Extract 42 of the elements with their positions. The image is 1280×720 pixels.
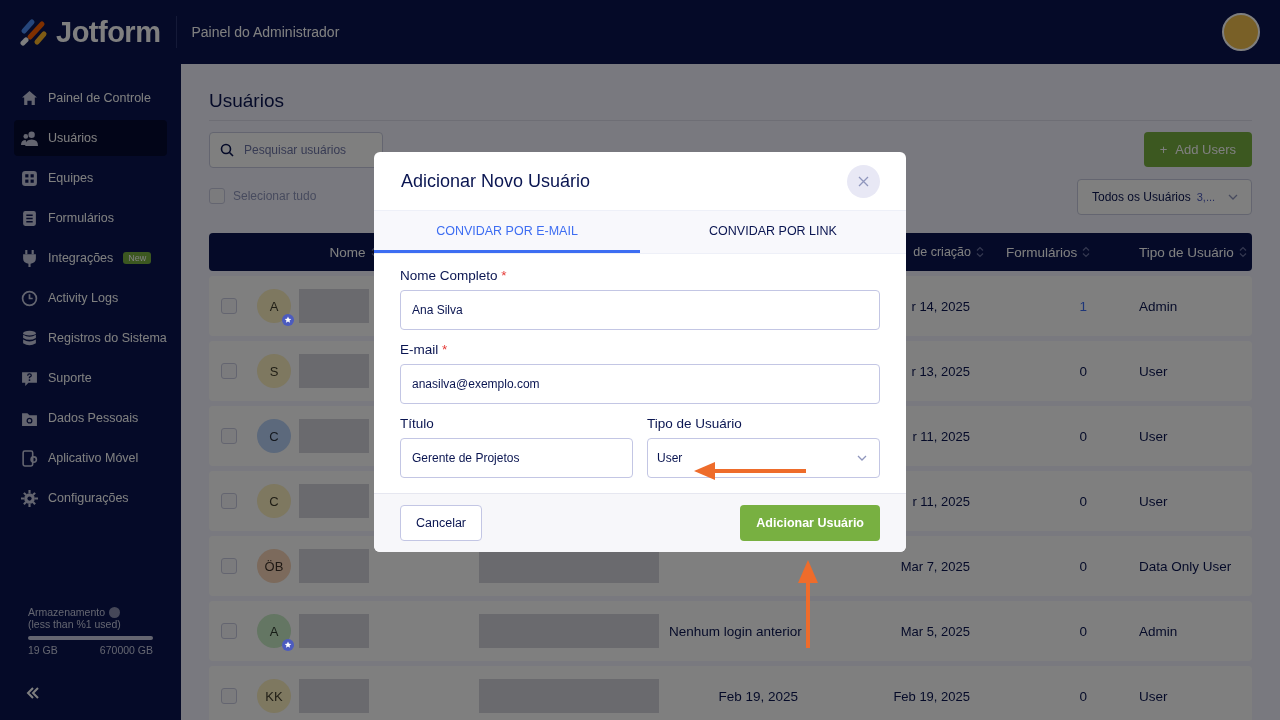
logo-text: Jotform	[56, 15, 161, 49]
dialog-title: Adicionar Novo Usuário	[401, 170, 591, 192]
table-cell: Nenhum login anterior	[669, 623, 802, 639]
table-cell: r 13, 2025	[911, 363, 970, 379]
initials-avatar: C	[257, 419, 291, 453]
table-cell: r 14, 2025	[911, 298, 970, 314]
storage-title: Armazenamento	[28, 606, 106, 618]
table-cell: User	[1139, 363, 1168, 379]
table-cell: 0	[1079, 558, 1087, 574]
header-title: Painel do Administrador	[191, 24, 340, 40]
initials-avatar: S	[257, 354, 291, 388]
table-cell: Mar 5, 2025	[900, 623, 970, 639]
table-cell: 0	[1079, 428, 1087, 444]
initials-avatar: A	[257, 289, 291, 323]
storage-used: 19 GB	[28, 644, 58, 656]
table-cell: Mar 7, 2025	[900, 558, 970, 574]
table-cell: Admin	[1139, 623, 1178, 639]
table-cell: 0	[1079, 363, 1087, 379]
table-cell: Admin	[1139, 298, 1178, 314]
table-cell: Feb 19, 2025	[718, 688, 798, 704]
initials-avatar: A	[257, 614, 291, 648]
table-cell: Data Only User	[1139, 558, 1232, 574]
storage-note: (less than %1 used)	[28, 618, 122, 630]
table-cell: r 11, 2025	[912, 428, 970, 444]
table-cell: Feb 19, 2025	[893, 688, 970, 704]
page-title: Usuários	[209, 90, 1252, 121]
field-label: Nome Completo *	[400, 268, 508, 283]
storage-total: 670000 GB	[99, 644, 153, 656]
initials-avatar: KK	[257, 679, 291, 713]
table-cell: User	[1139, 688, 1168, 704]
table-cell: 0	[1079, 623, 1087, 639]
table-cell: r 11, 2025	[912, 493, 970, 509]
new-badge: New	[123, 252, 152, 264]
initials-avatar: C	[257, 484, 291, 518]
field-label: E-mail *	[400, 342, 449, 357]
field-label: Tipo de Usuário	[647, 416, 743, 431]
initials-avatar: ÖB	[257, 549, 291, 583]
table-cell: 0	[1079, 688, 1087, 704]
table-cell: User	[1139, 493, 1168, 509]
field-label: Título	[400, 416, 435, 431]
table-cell: 0	[1079, 493, 1087, 509]
table-cell: User	[1139, 428, 1168, 444]
